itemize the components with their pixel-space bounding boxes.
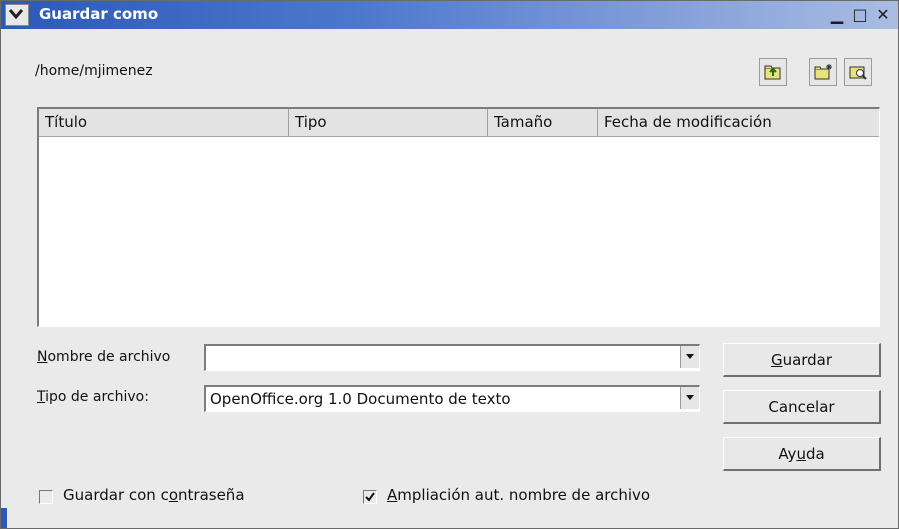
help-label-post: da — [805, 445, 825, 463]
window-menu-button[interactable] — [5, 4, 29, 26]
maximize-icon: □ — [852, 5, 868, 24]
save-button-key: G — [770, 351, 783, 369]
filetype-label: Tipo de archivo: — [37, 389, 149, 405]
filetype-select[interactable]: OpenOffice.org 1.0 Documento de texto — [204, 385, 700, 412]
auto-extension-checkbox[interactable] — [363, 490, 377, 504]
save-button[interactable]: Guardar — [723, 343, 881, 377]
menu-chevron-icon — [9, 9, 23, 20]
column-size[interactable]: Tamaño — [488, 109, 598, 136]
new-folder-icon — [814, 64, 832, 80]
password-label-key: o — [168, 486, 179, 504]
default-dir-icon — [849, 66, 867, 80]
taskbar-edge — [1, 508, 7, 528]
filename-label-rest: ombre de archivo — [47, 349, 171, 365]
close-icon: ✕ — [876, 5, 890, 24]
file-list-header: Título Tipo Tamaño Fecha de modificación — [39, 109, 879, 137]
filetype-value: OpenOffice.org 1.0 Documento de texto — [210, 390, 511, 408]
current-path: /home/mjimenez — [35, 63, 153, 79]
checkmark-icon — [365, 492, 375, 502]
filename-label-key: N — [37, 349, 48, 365]
save-button-label: uardar — [782, 351, 833, 369]
column-type[interactable]: Tipo — [289, 109, 488, 136]
help-label-key: u — [796, 445, 806, 463]
default-directory-button[interactable] — [844, 58, 872, 86]
password-label-pre: Guardar con c — [63, 486, 169, 504]
auto-extension-key: A — [387, 486, 398, 504]
dropdown-arrow-icon — [686, 354, 694, 359]
filename-combobox[interactable] — [204, 344, 700, 371]
help-button[interactable]: Ayuda — [723, 437, 881, 471]
filetype-label-rest: ipo de archivo: — [45, 389, 149, 405]
title-bar[interactable]: Guardar como ▁ □ ✕ — [1, 1, 898, 29]
dropdown-arrow-icon — [686, 395, 694, 400]
auto-extension-rest: mpliación aut. nombre de archivo — [397, 486, 651, 504]
column-title[interactable]: Título — [39, 109, 289, 136]
filename-dropdown-button[interactable] — [680, 346, 699, 368]
minimize-icon: ▁ — [830, 5, 844, 24]
filetype-dropdown-button[interactable] — [680, 387, 699, 409]
minimize-button[interactable]: ▁ — [827, 5, 847, 25]
auto-extension-label[interactable]: Ampliación aut. nombre de archivo — [387, 486, 650, 504]
password-checkbox[interactable] — [39, 490, 53, 504]
save-as-dialog: Guardar como ▁ □ ✕ /home/mjimenez Título… — [0, 0, 899, 529]
up-folder-icon — [764, 65, 781, 80]
create-folder-button[interactable] — [809, 58, 837, 86]
maximize-button[interactable]: □ — [850, 5, 870, 25]
help-label-pre: Ay — [778, 445, 797, 463]
password-checkbox-label[interactable]: Guardar con contraseña — [63, 486, 245, 504]
filetype-label-key: T — [37, 389, 46, 405]
up-one-level-button[interactable] — [759, 58, 787, 86]
password-label-post: ntraseña — [178, 486, 245, 504]
window-title: Guardar como — [39, 5, 159, 23]
filename-label: Nombre de archivo — [37, 349, 170, 365]
cancel-button[interactable]: Cancelar — [723, 390, 881, 424]
file-list[interactable]: Título Tipo Tamaño Fecha de modificación — [37, 107, 880, 327]
close-button[interactable]: ✕ — [873, 5, 893, 25]
column-modified[interactable]: Fecha de modificación — [598, 109, 879, 136]
